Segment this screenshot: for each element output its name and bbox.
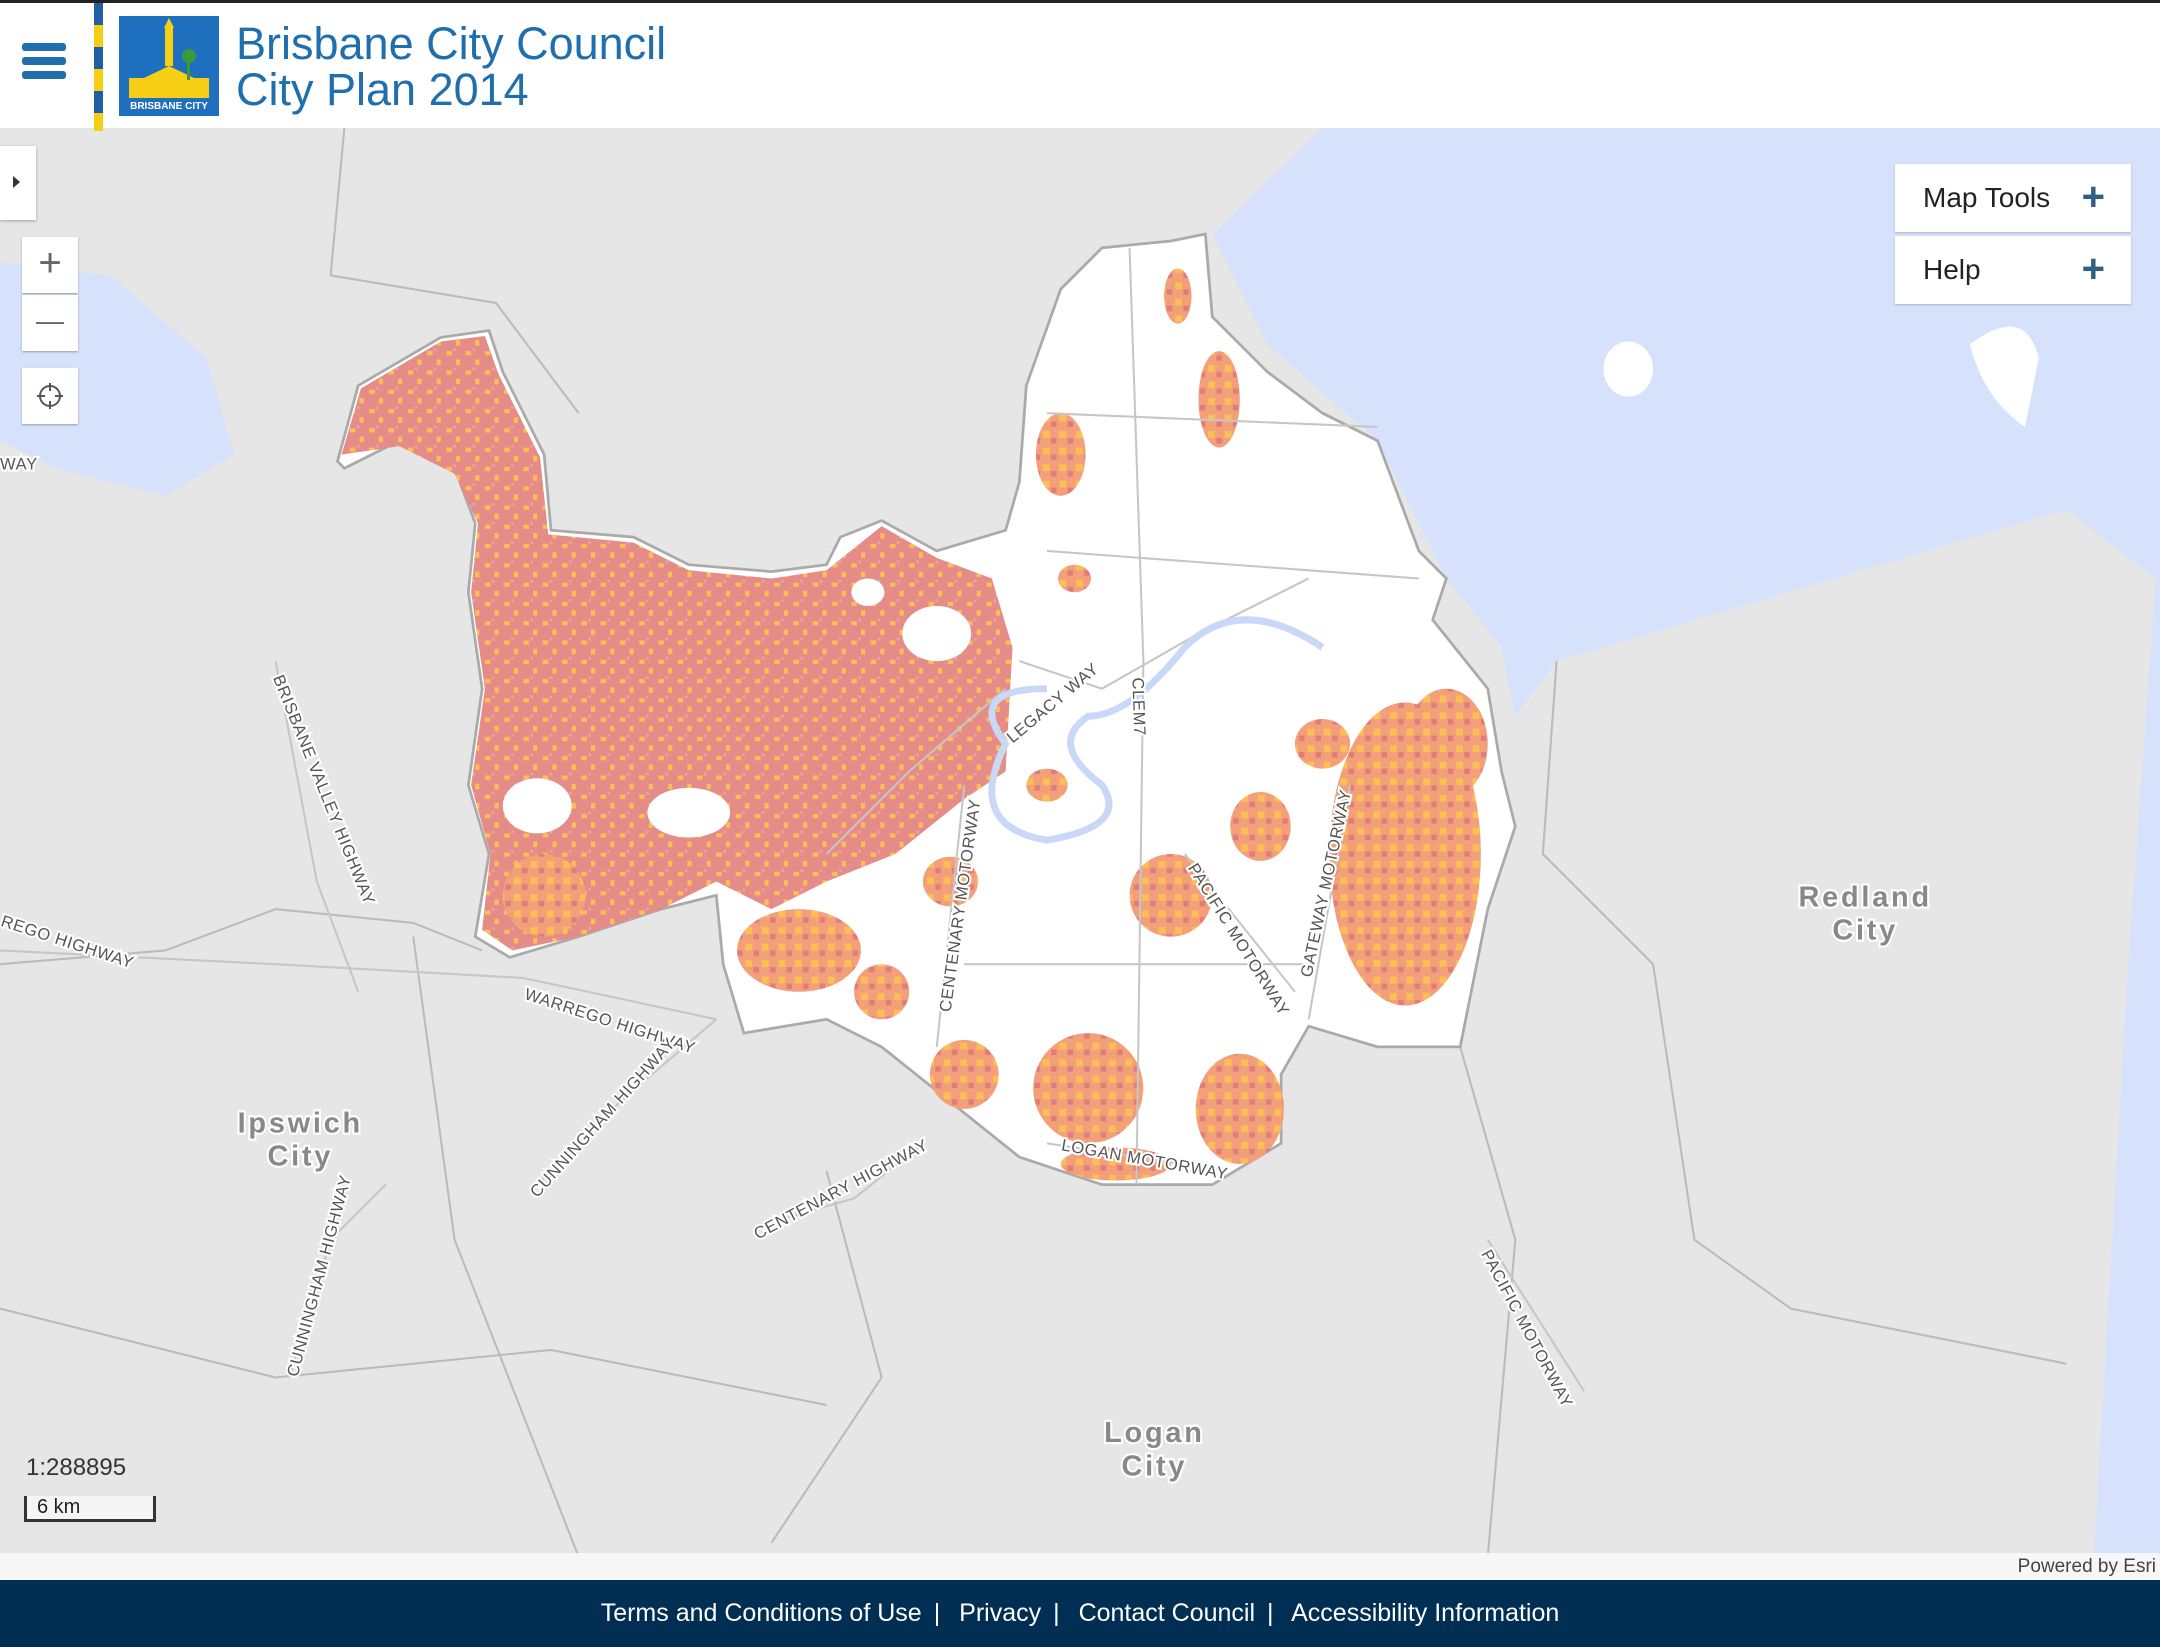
road-label: CLEM7 <box>1128 677 1149 736</box>
scale-bar: 6 km <box>24 1496 156 1522</box>
crosshair-icon <box>37 383 63 409</box>
help-label: Help <box>1923 254 1981 285</box>
map-tools-button[interactable]: Map Tools + <box>1895 164 2131 232</box>
city-label-logan-2: City <box>1122 1450 1188 1482</box>
locate-button[interactable] <box>22 368 78 424</box>
map-tools-label: Map Tools <box>1923 182 2051 213</box>
app-header: BRISBANE CITY Brisbane City Council City… <box>0 0 2160 131</box>
separator: | <box>1053 1599 1060 1627</box>
help-button[interactable]: Help + <box>1895 236 2131 304</box>
sidebar-expand-button[interactable] <box>0 146 36 220</box>
brand-stripe <box>94 3 103 131</box>
map-view[interactable]: WAY BRISBANE VALLEY HIGHWAY REGO HIGHWAY… <box>0 128 2160 1580</box>
plus-icon: + <box>2081 247 2105 291</box>
road-label: WAY <box>0 455 38 474</box>
map-canvas[interactable]: WAY BRISBANE VALLEY HIGHWAY REGO HIGHWAY… <box>0 128 2160 1580</box>
title-line-2: City Plan 2014 <box>236 64 529 115</box>
footer: Terms and Conditions of Use | Privacy | Co… <box>0 1580 2160 1647</box>
zoom-in-button[interactable]: + <box>22 237 78 293</box>
plus-icon: + <box>2081 175 2105 219</box>
separator: | <box>1267 1599 1274 1627</box>
footer-link-privacy[interactable]: Privacy <box>959 1599 1041 1627</box>
map-panel: Map Tools + Help + <box>1895 164 2131 308</box>
attribution-bar: Powered by Esri <box>0 1553 2160 1580</box>
app-title: Brisbane City Council City Plan 2014 <box>236 21 666 113</box>
footer-link-accessibility[interactable]: Accessibility Information <box>1291 1599 1559 1627</box>
city-label-redland: Redland <box>1799 881 1932 913</box>
zoom-out-button[interactable]: — <box>22 295 78 351</box>
brisbane-city-logo[interactable]: BRISBANE CITY <box>119 16 219 116</box>
title-line-1: Brisbane City Council <box>236 18 667 69</box>
scale-ratio: 1:288895 <box>26 1454 127 1481</box>
hamburger-menu-button[interactable] <box>22 43 66 83</box>
footer-link-terms[interactable]: Terms and Conditions of Use <box>601 1599 922 1627</box>
city-label-redland-2: City <box>1832 914 1898 946</box>
esri-attribution[interactable]: Powered by Esri <box>2018 1556 2156 1578</box>
city-label-ipswich: Ipswich <box>238 1107 363 1139</box>
logo-text: BRISBANE CITY <box>130 101 208 112</box>
island <box>1603 341 1654 397</box>
city-label-logan: Logan <box>1104 1417 1204 1449</box>
city-label-ipswich-2: City <box>267 1140 333 1172</box>
separator: | <box>933 1599 941 1627</box>
footer-link-contact[interactable]: Contact Council <box>1079 1599 1255 1627</box>
